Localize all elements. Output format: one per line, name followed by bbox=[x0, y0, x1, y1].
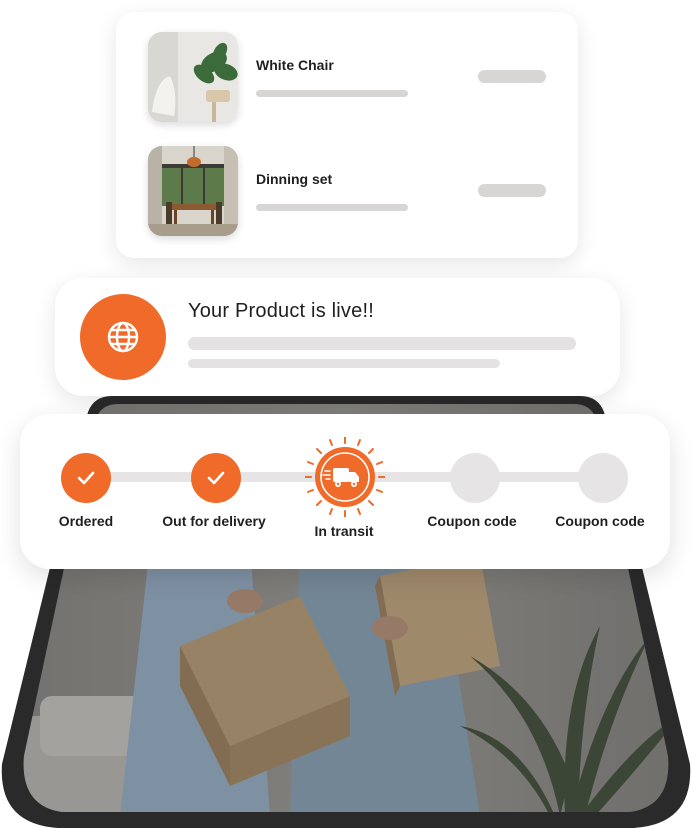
step-label-coupon-code: Coupon code bbox=[427, 513, 517, 529]
product-name: Dinning set bbox=[256, 171, 333, 187]
delivery-truck-icon bbox=[304, 436, 386, 518]
step-in-transit-indicator bbox=[304, 436, 386, 518]
notification-title: Your Product is live!! bbox=[188, 300, 374, 322]
product-detail-placeholder bbox=[256, 204, 408, 211]
product-live-notification[interactable]: Your Product is live!! bbox=[55, 278, 620, 396]
product-price-placeholder bbox=[478, 184, 546, 197]
product-name: White Chair bbox=[256, 57, 334, 73]
product-list-card: White Chair Dinning set bbox=[116, 12, 578, 258]
product-price-placeholder bbox=[478, 70, 546, 83]
notification-text-placeholder bbox=[188, 359, 500, 368]
plant-chair-photo bbox=[148, 32, 238, 122]
order-tracking-card: Ordered Out for delivery In transit Coup… bbox=[20, 414, 670, 569]
notification-text-placeholder bbox=[188, 337, 576, 350]
step-coupon-code-indicator bbox=[450, 453, 500, 503]
dining-room-photo bbox=[148, 146, 238, 236]
check-icon bbox=[207, 471, 225, 485]
product-detail-placeholder bbox=[256, 90, 408, 97]
product-thumbnail bbox=[148, 146, 238, 236]
product-item[interactable]: White Chair bbox=[148, 32, 548, 124]
step-label-out-for-delivery: Out for delivery bbox=[162, 513, 266, 529]
step-out-for-delivery-indicator bbox=[191, 453, 241, 503]
step-label-coupon-code: Coupon code bbox=[555, 513, 645, 529]
product-thumbnail bbox=[148, 32, 238, 122]
globe-icon bbox=[80, 294, 166, 380]
product-item[interactable]: Dinning set bbox=[148, 146, 548, 238]
step-label-in-transit: In transit bbox=[314, 523, 374, 539]
step-coupon-code-indicator bbox=[578, 453, 628, 503]
step-ordered-indicator bbox=[61, 453, 111, 503]
check-icon bbox=[77, 471, 95, 485]
step-label-ordered: Ordered bbox=[58, 513, 114, 529]
